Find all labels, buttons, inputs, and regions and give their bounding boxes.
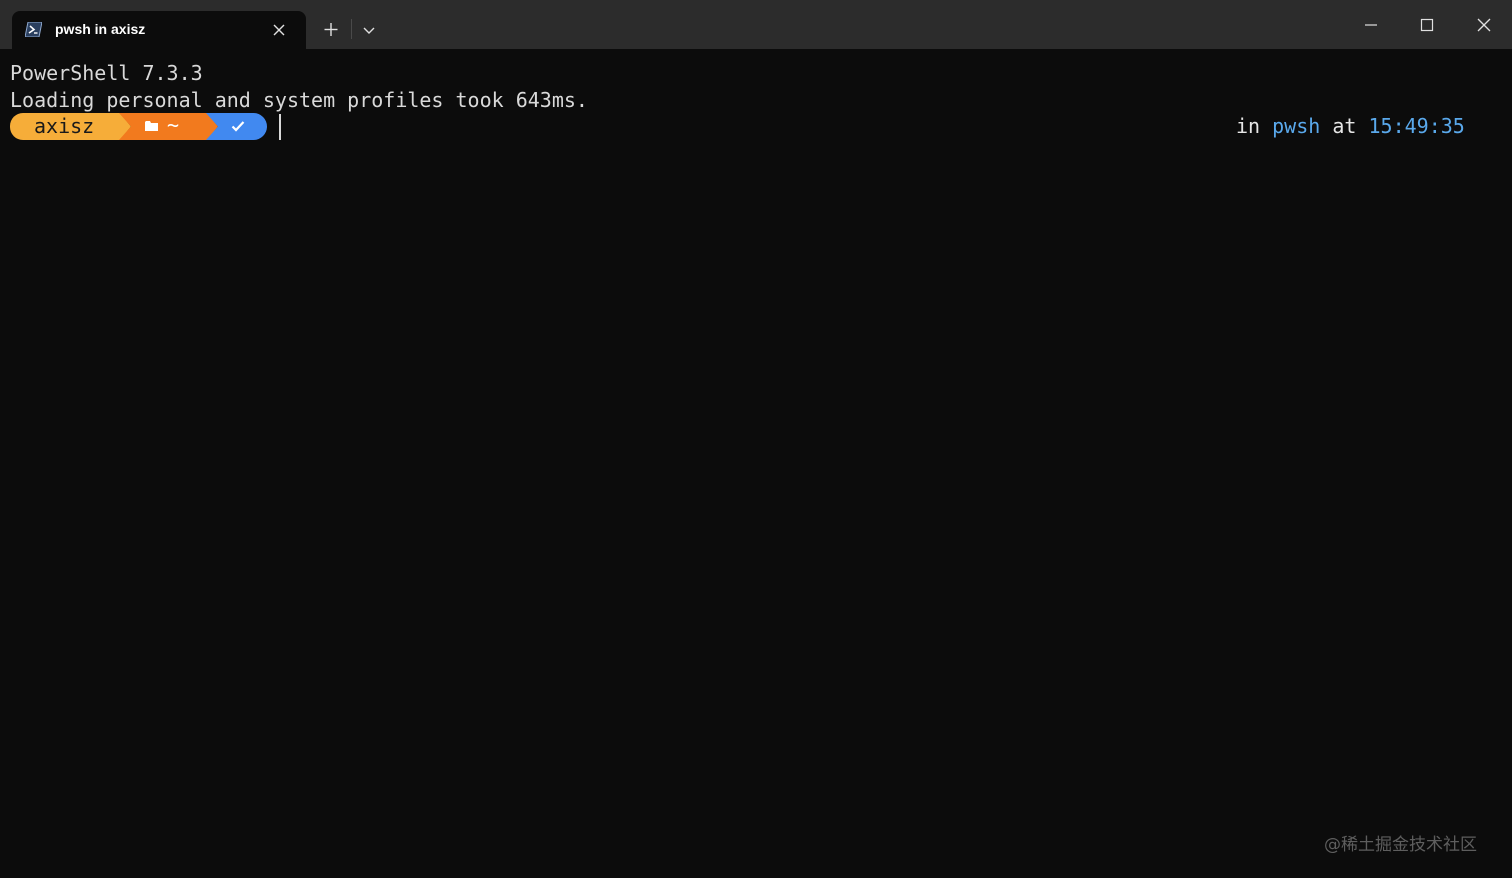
minimize-icon[interactable] xyxy=(1356,10,1386,40)
terminal-output[interactable]: PowerShell 7.3.3 Loading personal and sy… xyxy=(0,49,1512,878)
prompt-user: axisz xyxy=(34,114,95,138)
right-prompt: in pwsh at 15:49:35 xyxy=(1236,113,1465,140)
tab-title: pwsh in axisz xyxy=(55,21,146,37)
right-prompt-at: at xyxy=(1332,114,1357,138)
powershell-icon xyxy=(25,22,42,37)
text-cursor xyxy=(279,114,281,140)
watermark: @稀土掘金技术社区 xyxy=(1324,835,1477,855)
maximize-icon[interactable] xyxy=(1412,10,1442,40)
chevron-down-icon[interactable] xyxy=(358,19,380,41)
output-line: Loading personal and system profiles too… xyxy=(10,88,588,112)
plus-icon[interactable] xyxy=(318,17,344,43)
title-bar[interactable]: pwsh in axisz xyxy=(0,0,1512,49)
close-icon[interactable] xyxy=(1469,10,1499,40)
output-line: PowerShell 7.3.3 xyxy=(10,61,203,85)
prompt-path: ~ xyxy=(167,113,180,137)
tab-divider xyxy=(351,19,352,39)
right-prompt-shell: pwsh xyxy=(1272,114,1321,138)
right-prompt-in: in xyxy=(1236,114,1261,138)
tab-pwsh[interactable]: pwsh in axisz xyxy=(12,11,306,49)
prompt-user-segment: axisz xyxy=(10,113,120,140)
folder-icon xyxy=(145,121,158,131)
right-prompt-time: 15:49:35 xyxy=(1368,114,1465,138)
check-icon xyxy=(231,121,245,132)
terminal-window: pwsh in axisz PowerShell 7.3.3 Loading p… xyxy=(0,0,1512,878)
tab-close-icon[interactable] xyxy=(270,21,288,39)
prompt-path-segment: ~ xyxy=(119,113,207,140)
